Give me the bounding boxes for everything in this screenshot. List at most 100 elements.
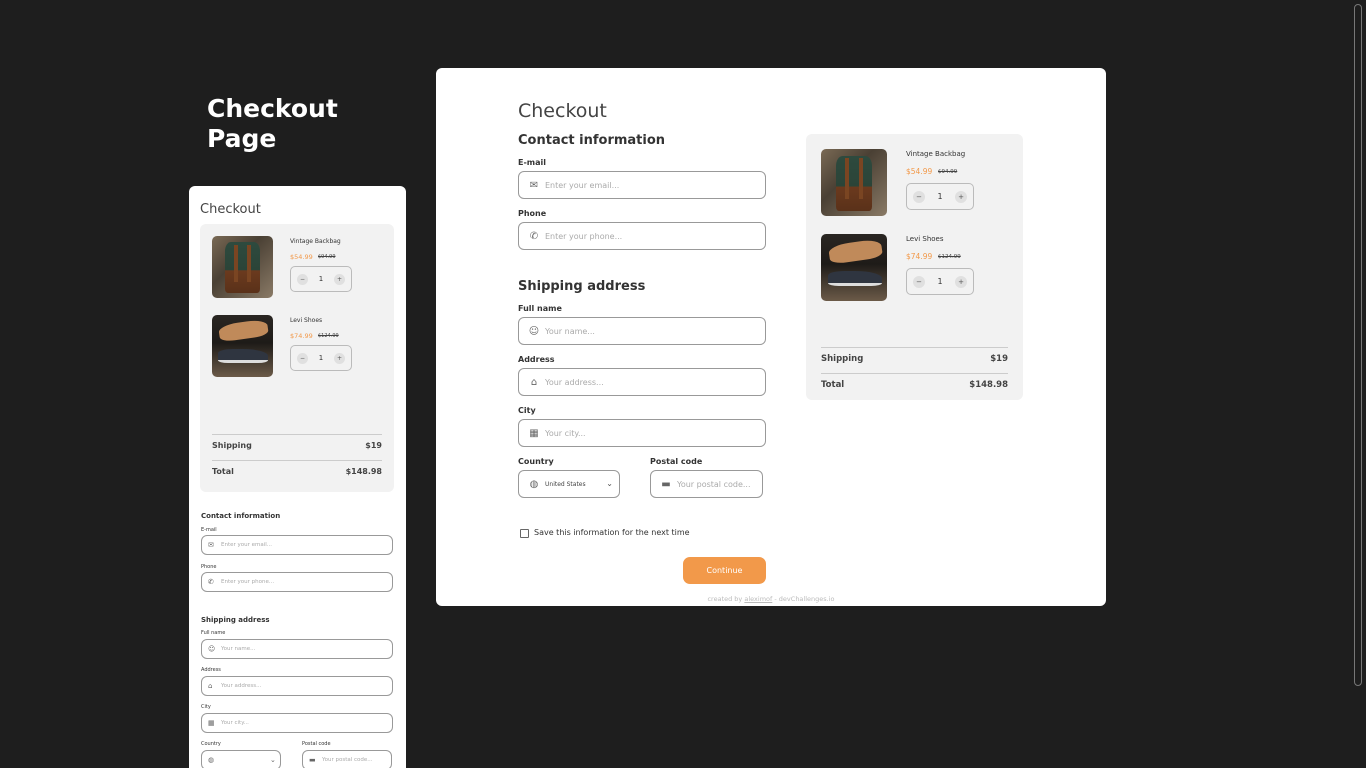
quantity-stepper: − 1 + <box>290 345 352 371</box>
country-value: United States <box>545 481 586 488</box>
postal-label: Postal code <box>650 457 703 466</box>
postal-field[interactable]: ▬ Your postal code... <box>650 470 763 498</box>
postal-placeholder: Your postal code... <box>322 757 373 763</box>
shipping-value: $19 <box>990 354 1008 364</box>
quantity-stepper: − 1 + <box>906 183 974 210</box>
full-name-label: Full name <box>201 630 226 636</box>
full-name-label: Full name <box>518 304 562 313</box>
divider <box>821 373 1008 374</box>
author-link[interactable]: aleximof <box>744 595 772 603</box>
scrollbar[interactable] <box>1354 4 1362 686</box>
credit-footer: created by aleximof - devChallenges.io <box>436 595 1106 603</box>
country-select[interactable]: ◍ ⌄ <box>201 750 281 768</box>
postal-placeholder: Your postal code... <box>677 480 751 489</box>
email-label: E-mail <box>518 158 547 167</box>
plus-button[interactable]: + <box>955 276 967 288</box>
home-icon: ⌂ <box>530 377 538 388</box>
address-field[interactable]: ⌂ Your address... <box>518 368 766 396</box>
chevron-down-icon: ⌄ <box>606 479 613 488</box>
address-placeholder: Your address... <box>545 378 604 387</box>
contact-heading: Contact information <box>201 512 281 520</box>
shipping-heading: Shipping address <box>518 279 646 294</box>
phone-field[interactable]: ✆ Enter your phone... <box>201 572 393 592</box>
backpack-image <box>821 149 887 216</box>
item-old-price: $124.99 <box>938 254 961 260</box>
item-old-price: $94.99 <box>318 254 336 260</box>
chevron-down-icon: ⌄ <box>270 756 276 764</box>
item-price: $54.99 <box>906 167 933 176</box>
total-row: Total $148.98 <box>821 380 1008 390</box>
address-placeholder: Your address... <box>221 683 262 689</box>
postal-label: Postal code <box>302 741 331 747</box>
item-old-price: $94.99 <box>938 169 958 175</box>
mobile-preview: Checkout Vintage Backbag $54.99 $94.99 −… <box>189 186 406 768</box>
city-field[interactable]: ▦ Your city... <box>201 713 393 733</box>
total-label: Total <box>821 380 845 390</box>
continue-button[interactable]: Continue <box>683 557 766 584</box>
shipping-label: Shipping <box>821 354 864 364</box>
phone-field[interactable]: ✆ Enter your phone... <box>518 222 766 250</box>
address-label: Address <box>201 667 221 673</box>
user-icon: ☺ <box>528 326 540 337</box>
phone-label: Phone <box>518 209 547 218</box>
email-field[interactable]: ✉ Enter your email... <box>518 171 766 199</box>
item-price: $74.99 <box>906 252 933 261</box>
credit-prefix: created by <box>707 595 743 603</box>
mail-icon: ✉ <box>208 541 214 549</box>
shipping-value: $19 <box>365 441 382 450</box>
total-row: Total $148.98 <box>212 467 382 476</box>
email-placeholder: Enter your email... <box>221 542 273 548</box>
mailbox-icon: ▬ <box>309 756 316 764</box>
quantity-stepper: − 1 + <box>906 268 974 295</box>
plus-button[interactable]: + <box>334 274 345 285</box>
mailbox-icon: ▬ <box>661 479 671 490</box>
plus-button[interactable]: + <box>334 353 345 364</box>
shipping-row: Shipping $19 <box>821 354 1008 364</box>
total-label: Total <box>212 467 234 476</box>
shipping-label: Shipping <box>212 441 252 450</box>
city-placeholder: Your city... <box>545 429 586 438</box>
item-name: Levi Shoes <box>906 235 944 243</box>
shoes-image <box>821 234 887 301</box>
city-placeholder: Your city... <box>221 720 249 726</box>
city-label: City <box>518 406 536 415</box>
country-select[interactable]: ◍ United States ⌄ <box>518 470 620 498</box>
shipping-heading: Shipping address <box>201 616 270 624</box>
item-old-price: $124.99 <box>318 333 339 339</box>
city-field[interactable]: ▦ Your city... <box>518 419 766 447</box>
full-name-field[interactable]: ☺ Your name... <box>201 639 393 659</box>
mobile-cart-item: Vintage Backbag $54.99 $94.99 − 1 + <box>212 236 382 300</box>
plus-button[interactable]: + <box>955 191 967 203</box>
full-name-placeholder: Your name... <box>545 327 595 336</box>
city-icon: ▦ <box>208 719 215 727</box>
cart-summary: Vintage Backbag $54.99 $94.99 − 1 + Levi… <box>806 134 1023 400</box>
shoes-image <box>212 315 273 377</box>
save-info-label: Save this information for the next time <box>534 528 690 537</box>
email-placeholder: Enter your email... <box>545 181 620 190</box>
phone-placeholder: Enter your phone... <box>545 232 623 241</box>
full-name-field[interactable]: ☺ Your name... <box>518 317 766 345</box>
cart-item: Levi Shoes $74.99 $124.99 − 1 + <box>821 234 1011 302</box>
total-value: $148.98 <box>345 467 382 476</box>
city-icon: ▦ <box>529 428 539 439</box>
quantity-stepper: − 1 + <box>290 266 352 292</box>
full-name-placeholder: Your name... <box>221 646 256 652</box>
address-field[interactable]: ⌂ Your address... <box>201 676 393 696</box>
globe-icon: ◍ <box>529 479 539 490</box>
divider <box>212 460 382 461</box>
globe-icon: ◍ <box>208 756 215 764</box>
email-label: E-mail <box>201 527 217 533</box>
phone-icon: ✆ <box>208 578 214 586</box>
item-name: Levi Shoes <box>290 317 323 324</box>
phone-label: Phone <box>201 564 217 570</box>
postal-field[interactable]: ▬ Your postal code... <box>302 750 392 768</box>
user-icon: ☺ <box>208 645 216 653</box>
phone-placeholder: Enter your phone... <box>221 579 275 585</box>
mobile-cart-summary: Vintage Backbag $54.99 $94.99 − 1 + Levi… <box>200 224 394 492</box>
total-value: $148.98 <box>969 380 1008 390</box>
country-label: Country <box>201 741 221 747</box>
checkout-title: Checkout <box>518 100 607 122</box>
mail-icon: ✉ <box>529 180 539 191</box>
save-info-checkbox[interactable] <box>520 529 529 538</box>
email-field[interactable]: ✉ Enter your email... <box>201 535 393 555</box>
